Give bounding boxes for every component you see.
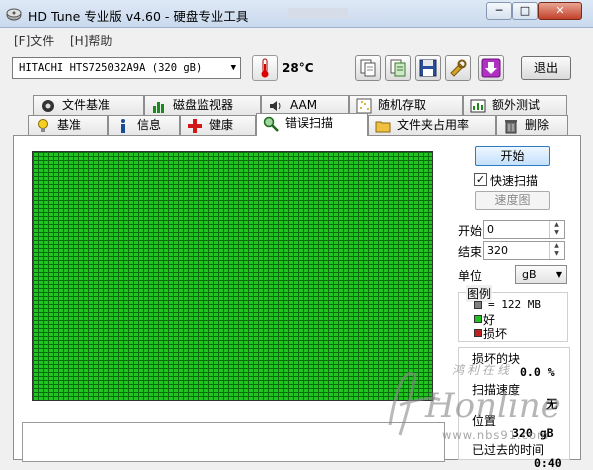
tab-folder-usage-label: 文件夹占用率 xyxy=(397,118,470,132)
position-value: 320 gB xyxy=(512,426,554,440)
spin-arrows-icon[interactable]: ▲ ▼ xyxy=(549,242,563,259)
tab-health-label: 健康 xyxy=(209,118,234,132)
tab-aam[interactable]: AAM xyxy=(261,95,349,115)
exit-button[interactable]: 退出 xyxy=(521,56,571,80)
random-access-icon xyxy=(356,98,372,114)
magnifier-icon xyxy=(263,116,279,132)
scan-speed-label: 扫描速度 xyxy=(472,383,521,397)
download-arrow-icon xyxy=(481,58,501,78)
end-input-value: 320 xyxy=(487,244,508,257)
minimize-button[interactable]: ─ xyxy=(486,2,512,20)
file-benchmark-icon xyxy=(42,100,54,112)
unit-label: 单位 xyxy=(458,269,483,283)
drive-select[interactable]: HITACHI HTS725032A9A (320 gB) ▼ xyxy=(12,57,241,79)
menu-file[interactable]: [F]文件 xyxy=(14,32,54,49)
start-input[interactable]: 0 ▲ ▼ xyxy=(483,220,565,239)
red-cross-icon xyxy=(188,119,202,133)
legend-block-swatch xyxy=(474,301,482,309)
tab-erase-label: 删除 xyxy=(525,118,550,132)
tab-info-label: 信息 xyxy=(137,118,162,132)
save-button[interactable] xyxy=(415,55,441,81)
chevron-down-icon: ▼ xyxy=(555,270,562,279)
start-scan-button[interactable]: 开始 xyxy=(475,146,550,166)
legend-bad-swatch xyxy=(474,329,482,337)
copy-all-icon xyxy=(390,59,406,77)
tab-random-access-label: 随机存取 xyxy=(378,98,427,112)
legend-block-size: = 122 MB xyxy=(488,298,541,311)
scan-log-area xyxy=(22,422,445,462)
speaker-icon xyxy=(270,101,281,111)
tab-file-benchmark[interactable]: 文件基准 xyxy=(33,95,144,115)
tab-disk-monitor-label: 磁盘监视器 xyxy=(173,98,234,112)
disk-monitor-icon xyxy=(153,102,164,113)
trash-icon xyxy=(505,120,517,134)
scan-block-map xyxy=(32,151,433,401)
elapsed-time-value: 0:40 xyxy=(534,456,562,470)
legend-good-swatch xyxy=(474,315,482,323)
unit-select[interactable]: gB ▼ xyxy=(515,265,567,284)
menu-file-label: 文件 xyxy=(30,34,55,48)
position-label: 位置 xyxy=(472,414,497,428)
drive-select-value: HITACHI HTS725032A9A (320 gB) xyxy=(19,62,203,74)
end-field-label: 结束 xyxy=(458,245,483,259)
menu-help-label: 帮助 xyxy=(88,34,113,48)
floppy-disk-icon xyxy=(419,59,437,77)
tab-random-access[interactable]: 随机存取 xyxy=(349,95,463,115)
legend-bad-label: 损坏 xyxy=(483,327,508,341)
tab-error-scan[interactable]: 错误扫描 xyxy=(256,113,368,136)
speed-map-button[interactable]: 速度图 xyxy=(475,191,550,210)
temperature-readout: 28°C xyxy=(282,61,314,75)
lightbulb-icon xyxy=(38,119,48,132)
tab-folder-usage[interactable]: 文件夹占用率 xyxy=(368,115,496,135)
tab-error-scan-label: 错误扫描 xyxy=(285,116,334,130)
tab-benchmark[interactable]: 基准 xyxy=(28,115,108,135)
maximize-button[interactable]: □ xyxy=(512,2,538,20)
copy-info-button[interactable] xyxy=(355,55,381,81)
damaged-blocks-label: 损坏的块 xyxy=(472,352,521,366)
tab-health[interactable]: 健康 xyxy=(180,115,256,135)
copy-icon xyxy=(360,59,376,77)
spin-arrows-icon[interactable]: ▲ ▼ xyxy=(549,221,563,238)
window-title: HD Tune 专业版 v4.60 - 硬盘专业工具 xyxy=(28,9,249,24)
start-input-value: 0 xyxy=(487,223,494,236)
tab-erase[interactable]: 删除 xyxy=(496,115,568,135)
end-input[interactable]: 320 ▲ ▼ xyxy=(483,241,565,260)
start-field-label: 开始 xyxy=(458,224,483,238)
title-blurred-region xyxy=(288,8,348,18)
chevron-down-icon: ▼ xyxy=(230,63,236,73)
close-button[interactable]: ✕ xyxy=(538,2,582,20)
menu-help-key: [H] xyxy=(70,34,89,48)
tab-benchmark-label: 基准 xyxy=(57,118,82,132)
damaged-blocks-value: 0.0 % xyxy=(520,365,555,379)
extra-tests-icon xyxy=(470,99,486,113)
scan-speed-value: 无 xyxy=(546,397,558,411)
quick-scan-label: 快速扫描 xyxy=(490,174,539,188)
thermometer-icon xyxy=(252,55,278,81)
unit-select-value: gB xyxy=(522,268,537,281)
tools-icon xyxy=(450,59,467,77)
menu-file-key: [F] xyxy=(14,34,31,48)
tab-disk-monitor[interactable]: 磁盘监视器 xyxy=(144,95,261,115)
info-icon xyxy=(121,119,125,133)
menu-help[interactable]: [H]帮助 xyxy=(70,32,112,49)
folder-icon xyxy=(375,121,391,133)
tab-extra-tests-label: 额外测试 xyxy=(492,98,541,112)
tab-file-benchmark-label: 文件基准 xyxy=(62,98,111,112)
quick-scan-checkbox[interactable]: ✓ xyxy=(474,173,487,186)
app-icon xyxy=(6,6,22,22)
options-button[interactable] xyxy=(445,55,471,81)
tab-info[interactable]: 信息 xyxy=(108,115,180,135)
download-button[interactable] xyxy=(478,55,504,81)
copy-all-button[interactable] xyxy=(385,55,411,81)
tab-extra-tests[interactable]: 额外测试 xyxy=(463,95,567,115)
